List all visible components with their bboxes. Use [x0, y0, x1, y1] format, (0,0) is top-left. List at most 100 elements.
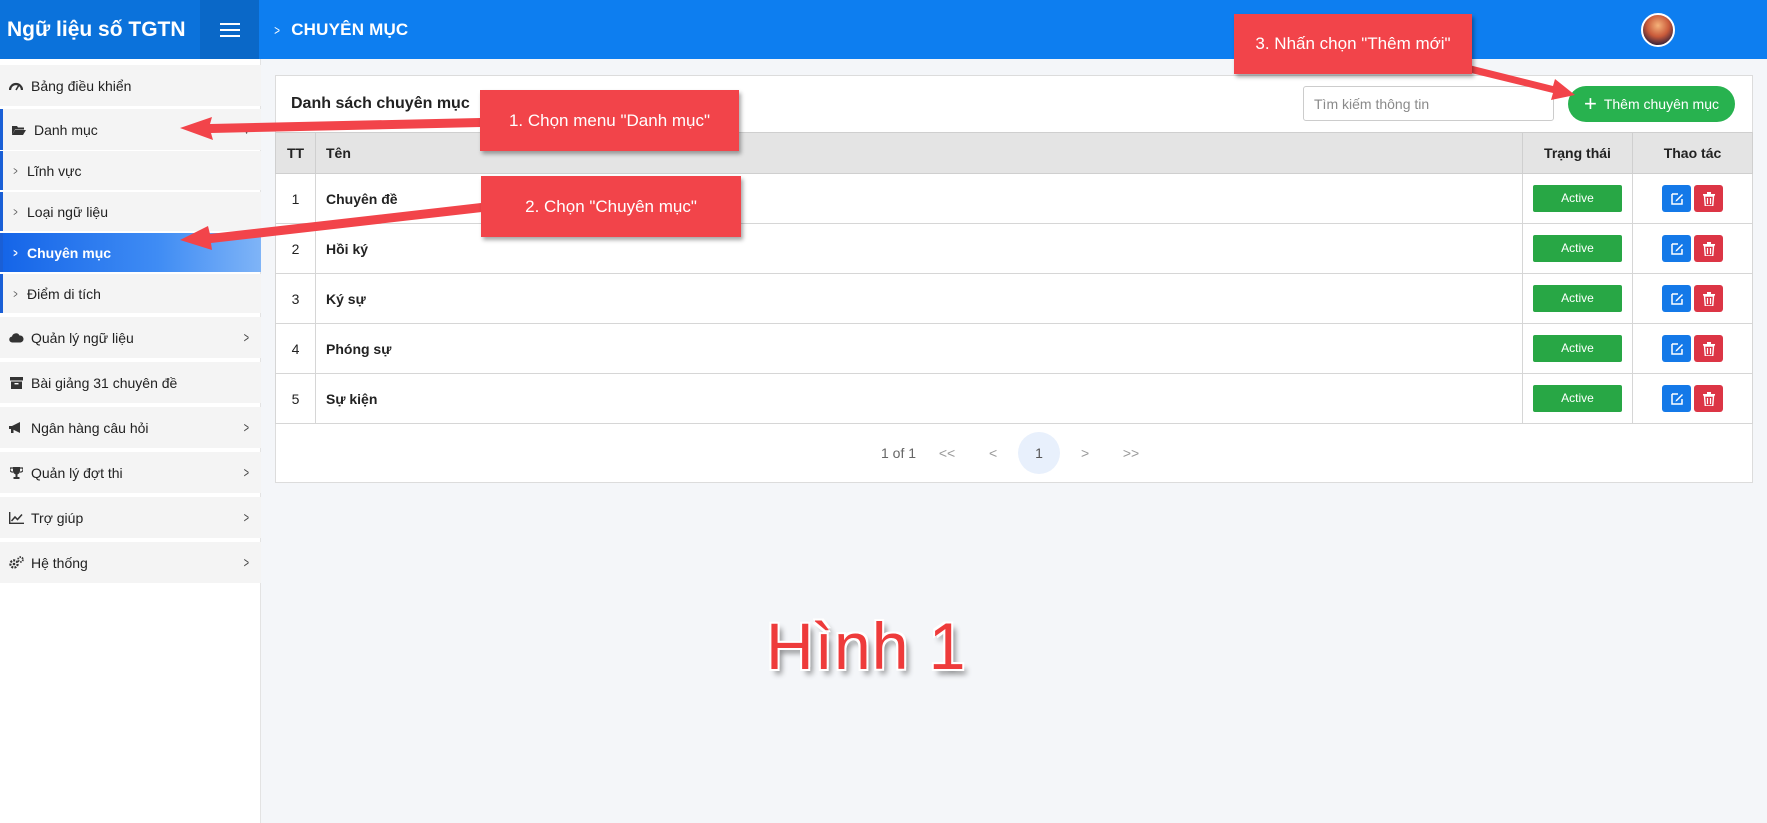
- trash-icon: [1702, 341, 1715, 356]
- sidebar-item-diem-di-tich[interactable]: > Điểm di tích: [0, 274, 261, 313]
- edit-icon: [1670, 242, 1683, 255]
- avatar[interactable]: [1641, 13, 1675, 47]
- next-page-button[interactable]: >: [1064, 432, 1106, 474]
- folder-open-icon: [11, 123, 27, 137]
- sidebar-item-he-thong[interactable]: Hệ thống >: [0, 542, 261, 583]
- sidebar-item-label: Quản lý đợt thi: [31, 464, 123, 481]
- chevron-right-icon: >: [13, 204, 18, 219]
- sidebar-item-linh-vuc[interactable]: > Lĩnh vực: [0, 151, 261, 190]
- edit-button[interactable]: [1662, 185, 1691, 212]
- trophy-icon: [8, 466, 24, 480]
- sidebar-item-danh-muc[interactable]: Danh mục >: [0, 109, 261, 150]
- sidebar-item-label: Điểm di tích: [27, 285, 101, 302]
- pagination: 1 of 1 << < 1 > >>: [881, 432, 1156, 474]
- edit-icon: [1670, 392, 1683, 405]
- edit-button[interactable]: [1662, 235, 1691, 262]
- callout-step-1: 1. Chọn menu "Danh mục": [480, 90, 739, 151]
- first-page-button[interactable]: <<: [926, 432, 968, 474]
- edit-button[interactable]: [1662, 335, 1691, 362]
- row-index: 4: [275, 323, 316, 374]
- sidebar-item-quan-ly-dot-thi[interactable]: Quản lý đợt thi >: [0, 452, 261, 493]
- line-chart-icon: [8, 511, 24, 525]
- sidebar-item-ngan-hang-cau-hoi[interactable]: Ngân hàng câu hỏi >: [0, 407, 261, 448]
- status-badge[interactable]: Active: [1533, 285, 1622, 312]
- column-header-tt[interactable]: TT: [275, 132, 316, 174]
- breadcrumb: > CHUYÊN MỤC: [273, 0, 408, 59]
- add-category-button[interactable]: + Thêm chuyên mục: [1568, 86, 1735, 122]
- prev-page-button[interactable]: <: [972, 432, 1014, 474]
- trash-icon: [1702, 191, 1715, 206]
- app-brand[interactable]: Ngữ liệu số TGTN: [0, 0, 200, 59]
- card-title: Danh sách chuyên mục: [291, 95, 470, 112]
- sidebar-item-label: Loại ngữ liệu: [27, 203, 109, 220]
- edit-button[interactable]: [1662, 285, 1691, 312]
- edit-button[interactable]: [1662, 385, 1691, 412]
- sidebar-item-label: Ngân hàng câu hỏi: [31, 419, 149, 436]
- sidebar-item-chuyen-muc[interactable]: > Chuyên mục: [0, 233, 261, 272]
- table-row: 3 Ký sự Active: [275, 273, 1753, 324]
- status-badge[interactable]: Active: [1533, 335, 1622, 362]
- row-name: Ký sự: [315, 273, 1523, 324]
- sidebar-item-quan-ly-ngu-lieu[interactable]: Quản lý ngữ liệu >: [0, 317, 261, 358]
- row-index: 2: [275, 223, 316, 274]
- row-index: 3: [275, 273, 316, 324]
- sidebar-item-label: Bài giảng 31 chuyên đề: [31, 374, 178, 391]
- row-name: Sự kiện: [315, 373, 1523, 424]
- delete-button[interactable]: [1694, 335, 1723, 362]
- sidebar: Bảng điều khiển Danh mục > > Lĩnh vực > …: [0, 59, 261, 823]
- delete-button[interactable]: [1694, 285, 1723, 312]
- chevron-right-icon: >: [243, 419, 250, 436]
- chevron-right-icon: >: [243, 554, 250, 571]
- sidebar-item-label: Lĩnh vực: [27, 162, 82, 179]
- sidebar-item-tro-giup[interactable]: Trợ giúp >: [0, 497, 261, 538]
- cogs-icon: [8, 556, 24, 570]
- page-button-current[interactable]: 1: [1018, 432, 1061, 474]
- chevron-right-icon: >: [13, 245, 18, 260]
- trash-icon: [1702, 391, 1715, 406]
- archive-icon: [8, 376, 24, 390]
- chevron-down-icon: >: [241, 125, 252, 134]
- delete-button[interactable]: [1694, 235, 1723, 262]
- chevron-right-icon: >: [243, 329, 250, 346]
- edit-icon: [1670, 342, 1683, 355]
- delete-button[interactable]: [1694, 185, 1723, 212]
- callout-step-2: 2. Chọn "Chuyên mục": [481, 176, 741, 237]
- sidebar-item-label: Chuyên mục: [27, 244, 112, 261]
- sidebar-item-bai-giang[interactable]: Bài giảng 31 chuyên đề: [0, 362, 261, 403]
- megaphone-icon: [8, 421, 24, 435]
- cloud-icon: [8, 331, 24, 345]
- sidebar-item-label: Hệ thống: [31, 554, 88, 571]
- column-header-actions: Thao tác: [1632, 132, 1753, 174]
- last-page-button[interactable]: >>: [1110, 432, 1152, 474]
- table-row: 5 Sự kiện Active: [275, 373, 1753, 424]
- dashboard-icon: [8, 79, 24, 93]
- chevron-right-icon: >: [13, 286, 18, 301]
- trash-icon: [1702, 291, 1715, 306]
- column-header-status[interactable]: Trạng thái: [1522, 132, 1633, 174]
- chevron-right-icon: >: [274, 21, 280, 38]
- sidebar-item-label: Bảng điều khiển: [31, 77, 132, 94]
- status-badge[interactable]: Active: [1533, 185, 1622, 212]
- hamburger-icon: [219, 22, 240, 37]
- figure-caption: Hình 1: [766, 609, 967, 683]
- row-index: 1: [275, 173, 316, 224]
- row-name: Phóng sự: [315, 323, 1523, 374]
- trash-icon: [1702, 241, 1715, 256]
- page-title: CHUYÊN MỤC: [291, 19, 409, 39]
- chevron-right-icon: >: [243, 509, 250, 526]
- pagination-info: 1 of 1: [881, 445, 917, 461]
- status-badge[interactable]: Active: [1533, 235, 1622, 262]
- search-input[interactable]: [1303, 86, 1554, 121]
- chevron-right-icon: >: [13, 163, 18, 178]
- edit-icon: [1670, 292, 1683, 305]
- sidebar-item-label: Quản lý ngữ liệu: [31, 329, 134, 346]
- chevron-right-icon: >: [243, 464, 250, 481]
- top-header: Ngữ liệu số TGTN > CHUYÊN MỤC: [0, 0, 1767, 59]
- menu-toggle-button[interactable]: [200, 0, 259, 59]
- sidebar-item-loai-ngu-lieu[interactable]: > Loại ngữ liệu: [0, 192, 261, 231]
- sidebar-item-dashboard[interactable]: Bảng điều khiển: [0, 65, 261, 106]
- status-badge[interactable]: Active: [1533, 385, 1622, 412]
- callout-step-3: 3. Nhấn chọn "Thêm mới": [1234, 14, 1472, 74]
- delete-button[interactable]: [1694, 385, 1723, 412]
- add-button-label: Thêm chuyên mục: [1603, 96, 1720, 112]
